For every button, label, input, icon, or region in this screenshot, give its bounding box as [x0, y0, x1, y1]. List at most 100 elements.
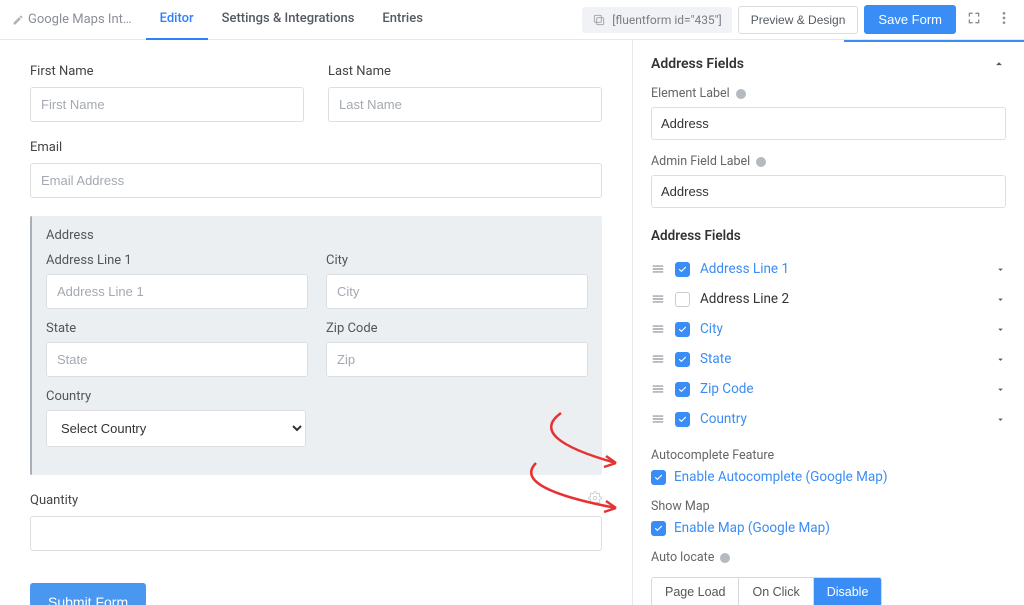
info-icon[interactable]: [755, 156, 767, 168]
address-field-row[interactable]: State: [651, 344, 1006, 374]
info-icon[interactable]: [719, 552, 731, 564]
quantity-block: Quantity: [30, 493, 602, 551]
last-name-input[interactable]: [328, 87, 602, 122]
expand-icon: [966, 10, 982, 26]
element-label-input[interactable]: [651, 107, 1006, 140]
shortcode-text: [fluentform id="435"]: [612, 13, 721, 27]
info-icon[interactable]: [735, 88, 747, 100]
address-field-row[interactable]: Address Line 2: [651, 284, 1006, 314]
city-label: City: [326, 253, 588, 268]
expand-button[interactable]: [962, 6, 986, 33]
drag-handle-icon[interactable]: [651, 292, 665, 306]
field-row-label: Address Line 2: [700, 291, 789, 307]
address-field-row[interactable]: Address Line 1: [651, 254, 1006, 284]
field-row-label: City: [700, 321, 723, 337]
autocomplete-checkbox-label: Enable Autocomplete (Google Map): [674, 469, 888, 485]
field-enable-checkbox[interactable]: [675, 412, 690, 427]
address-field-row[interactable]: Country: [651, 404, 1006, 434]
top-bar-right: [fluentform id="435"] Preview & Design S…: [582, 5, 1016, 34]
last-name-label: Last Name: [328, 64, 602, 79]
element-label-text: Element Label: [651, 86, 730, 101]
name-row: First Name Last Name: [30, 64, 602, 140]
seg-disable[interactable]: Disable: [814, 578, 882, 605]
chevron-down-icon[interactable]: [995, 414, 1006, 425]
first-name-input[interactable]: [30, 87, 304, 122]
quantity-label: Quantity: [30, 493, 602, 508]
address-fields-head: Address Fields: [651, 228, 1006, 244]
chevron-down-icon[interactable]: [995, 384, 1006, 395]
tab-settings[interactable]: Settings & Integrations: [208, 0, 369, 40]
drag-handle-icon[interactable]: [651, 412, 665, 426]
address-field-row[interactable]: City: [651, 314, 1006, 344]
address-block[interactable]: Address Address Line 1 City State Zip Co…: [30, 216, 602, 475]
email-label: Email: [30, 140, 602, 155]
drag-handle-icon[interactable]: [651, 262, 665, 276]
save-button[interactable]: Save Form: [864, 5, 956, 34]
drag-handle-icon[interactable]: [651, 322, 665, 336]
gear-icon: [588, 491, 602, 505]
admin-label-input[interactable]: [651, 175, 1006, 208]
address-line1-input[interactable]: [46, 274, 308, 309]
zip-input[interactable]: [326, 342, 588, 377]
first-name-label: First Name: [30, 64, 304, 79]
field-enable-checkbox[interactable]: [675, 352, 690, 367]
chevron-down-icon[interactable]: [995, 294, 1006, 305]
state-label: State: [46, 321, 308, 336]
field-enable-checkbox[interactable]: [675, 292, 690, 307]
seg-page-load[interactable]: Page Load: [652, 578, 739, 605]
autolocate-label-text: Auto locate: [651, 550, 714, 565]
more-vertical-icon: [996, 10, 1012, 26]
panel-title: Address Fields: [651, 56, 744, 72]
sidebar-accent: [844, 40, 1024, 42]
zip-label: Zip Code: [326, 321, 588, 336]
form-canvas: First Name Last Name Email Address Addre…: [0, 40, 632, 605]
shortcode-chip[interactable]: [fluentform id="435"]: [582, 7, 731, 33]
tab-editor[interactable]: Editor: [146, 0, 208, 40]
address-field-list: Address Line 1 Address Line 2 City State Zip…: [651, 254, 1006, 434]
email-input[interactable]: [30, 163, 602, 198]
quantity-input[interactable]: [30, 516, 602, 551]
autocomplete-checkbox-row[interactable]: Enable Autocomplete (Google Map): [651, 469, 1006, 485]
showmap-checkbox-row[interactable]: Enable Map (Google Map): [651, 520, 1006, 536]
state-input[interactable]: [46, 342, 308, 377]
seg-on-click[interactable]: On Click: [739, 578, 813, 605]
city-input[interactable]: [326, 274, 588, 309]
autocomplete-label: Autocomplete Feature: [651, 448, 1006, 463]
copy-icon: [592, 13, 606, 27]
main-area: First Name Last Name Email Address Addre…: [0, 40, 1024, 605]
field-enable-checkbox[interactable]: [675, 322, 690, 337]
address-field-row[interactable]: Zip Code: [651, 374, 1006, 404]
field-row-label: Country: [700, 411, 747, 427]
tabs: Editor Settings & Integrations Entries: [146, 0, 437, 40]
autolocate-label: Auto locate: [651, 550, 1006, 565]
chevron-down-icon[interactable]: [995, 324, 1006, 335]
showmap-checkbox[interactable]: [651, 521, 666, 536]
showmap-label: Show Map: [651, 499, 1006, 514]
field-row-label: State: [700, 351, 731, 367]
country-label: Country: [46, 389, 306, 404]
form-name[interactable]: Google Maps Int…: [8, 12, 142, 27]
more-button[interactable]: [992, 6, 1016, 33]
showmap-checkbox-label: Enable Map (Google Map): [674, 520, 830, 536]
panel-header[interactable]: Address Fields: [633, 40, 1024, 86]
field-row-label: Zip Code: [700, 381, 754, 397]
form-name-text: Google Maps Int…: [28, 12, 132, 27]
field-edit-button[interactable]: [588, 491, 602, 509]
chevron-down-icon[interactable]: [995, 354, 1006, 365]
country-select[interactable]: Select Country: [46, 410, 306, 447]
sidebar: Address Fields Element Label Admin Field…: [632, 40, 1024, 605]
chevron-up-icon: [992, 57, 1006, 71]
autocomplete-checkbox[interactable]: [651, 470, 666, 485]
drag-handle-icon[interactable]: [651, 352, 665, 366]
drag-handle-icon[interactable]: [651, 382, 665, 396]
address-title: Address: [46, 228, 588, 243]
preview-button[interactable]: Preview & Design: [738, 6, 859, 34]
submit-button[interactable]: Submit Form: [30, 583, 146, 605]
field-enable-checkbox[interactable]: [675, 262, 690, 277]
tab-entries[interactable]: Entries: [368, 0, 436, 40]
top-bar: Google Maps Int… Editor Settings & Integ…: [0, 0, 1024, 40]
panel-body: Element Label Admin Field Label Address …: [633, 86, 1024, 605]
chevron-down-icon[interactable]: [995, 264, 1006, 275]
email-block: Email: [30, 140, 602, 198]
field-enable-checkbox[interactable]: [675, 382, 690, 397]
